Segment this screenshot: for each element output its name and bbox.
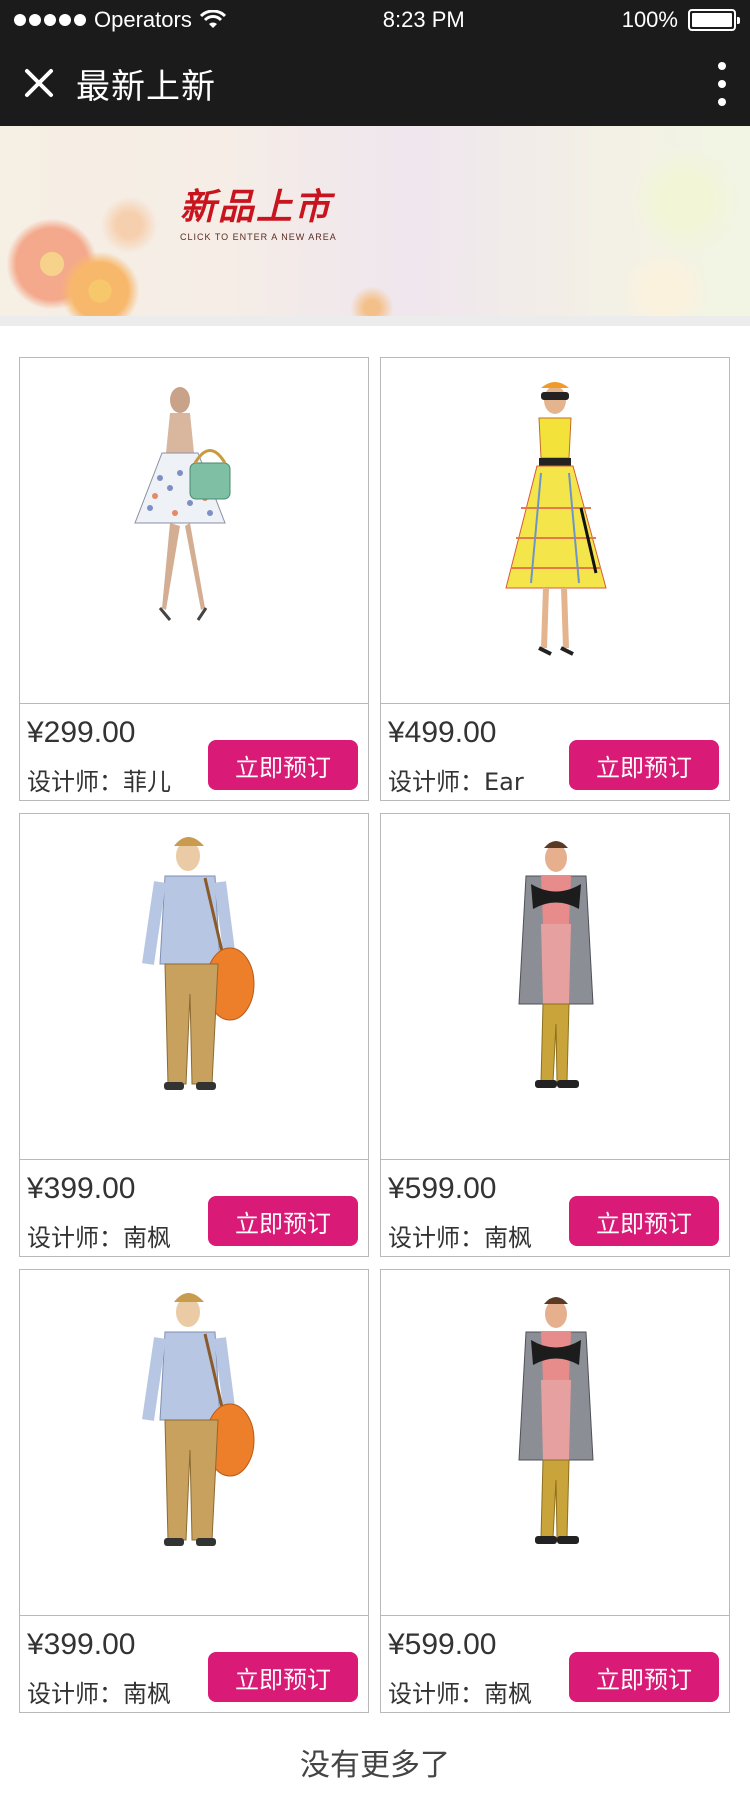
preorder-button[interactable]: 立即预订	[569, 1652, 719, 1702]
product-image[interactable]	[381, 358, 729, 704]
product-designer: 设计师：菲儿	[27, 768, 171, 796]
preorder-button[interactable]: 立即预订	[208, 1196, 358, 1246]
product-info: ¥399.00 设计师：南枫 立即预订	[20, 1160, 368, 1256]
page-title: 最新上新	[76, 67, 216, 106]
fashion-sketch-man-bag	[142, 1293, 255, 1546]
banner-flower-decoration	[630, 146, 740, 256]
close-icon[interactable]	[18, 63, 58, 103]
more-menu-icon[interactable]	[716, 62, 728, 106]
banner-flower-decoration	[350, 286, 394, 316]
status-left: Operators	[14, 7, 226, 33]
preorder-button[interactable]: 立即预订	[208, 1652, 358, 1702]
fashion-sketch-man-coat	[518, 1297, 594, 1544]
product-price: ¥499.00	[388, 716, 497, 749]
banner-flower-decoration	[620, 246, 710, 316]
fashion-sketch-man-coat	[518, 841, 594, 1088]
status-bar: Operators 8:23 PM 100%	[0, 0, 750, 40]
battery-percent: 100%	[621, 7, 678, 32]
signal-icon	[14, 14, 86, 26]
product-designer: 设计师：南枫	[388, 1680, 532, 1708]
product-info: ¥599.00 设计师：南枫 立即预订	[381, 1616, 729, 1712]
product-card[interactable]: ¥599.00 设计师：南枫 立即预订	[380, 813, 730, 1257]
product-info: ¥499.00 设计师：Ear 立即预订	[381, 704, 729, 800]
fashion-sketch-man-bag	[142, 837, 255, 1090]
banner-title: 新品上市	[180, 187, 333, 228]
no-more-label: 没有更多了	[300, 1748, 450, 1783]
product-card[interactable]: ¥499.00 设计师：Ear 立即预订	[380, 357, 730, 801]
product-designer: 设计师：南枫	[27, 1680, 171, 1708]
preorder-button[interactable]: 立即预订	[569, 1196, 719, 1246]
product-price: ¥399.00	[27, 1628, 136, 1661]
product-image[interactable]	[20, 814, 368, 1160]
product-info: ¥399.00 设计师：南枫 立即预订	[20, 1616, 368, 1712]
nav-bar: 最新上新	[0, 40, 750, 126]
product-image[interactable]	[20, 1270, 368, 1616]
battery-icon	[687, 9, 740, 31]
product-designer: 设计师：Ear	[388, 768, 524, 796]
product-image[interactable]	[381, 1270, 729, 1616]
product-image[interactable]	[20, 358, 368, 704]
promo-banner[interactable]: 新品上市 CLICK TO ENTER A NEW AREA	[0, 126, 750, 326]
product-card[interactable]: ¥399.00 设计师：南枫 立即预订	[19, 813, 369, 1257]
product-info: ¥599.00 设计师：南枫 立即预订	[381, 1160, 729, 1256]
fashion-sketch-dress-floral	[134, 387, 231, 621]
product-card[interactable]: ¥599.00 设计师：南枫 立即预订	[380, 1269, 730, 1713]
product-price: ¥599.00	[388, 1172, 497, 1205]
preorder-button[interactable]: 立即预订	[208, 740, 358, 790]
product-price: ¥299.00	[27, 716, 136, 749]
product-designer: 设计师：南枫	[388, 1224, 532, 1252]
status-time: 8:23 PM	[382, 7, 465, 32]
fashion-sketch-dress-yellow	[505, 382, 607, 656]
carrier-label: Operators	[94, 7, 192, 32]
banner-logo: 新品上市 CLICK TO ENTER A NEW AREA	[180, 178, 337, 242]
product-info: ¥299.00 设计师：菲儿 立即预订	[20, 704, 368, 800]
wifi-icon	[199, 10, 226, 28]
product-card[interactable]: ¥299.00 设计师：菲儿 立即预订	[19, 357, 369, 801]
product-price: ¥399.00	[27, 1172, 136, 1205]
preorder-button[interactable]: 立即预订	[569, 740, 719, 790]
product-card[interactable]: ¥399.00 设计师：南枫 立即预订	[19, 1269, 369, 1713]
banner-subtitle: CLICK TO ENTER A NEW AREA	[180, 232, 337, 242]
product-image[interactable]	[381, 814, 729, 1160]
product-designer: 设计师：南枫	[27, 1224, 171, 1252]
banner-flower-decoration	[100, 196, 158, 254]
banner-flower-decoration	[60, 251, 140, 316]
product-price: ¥599.00	[388, 1628, 497, 1661]
status-right: 100%	[621, 7, 740, 33]
